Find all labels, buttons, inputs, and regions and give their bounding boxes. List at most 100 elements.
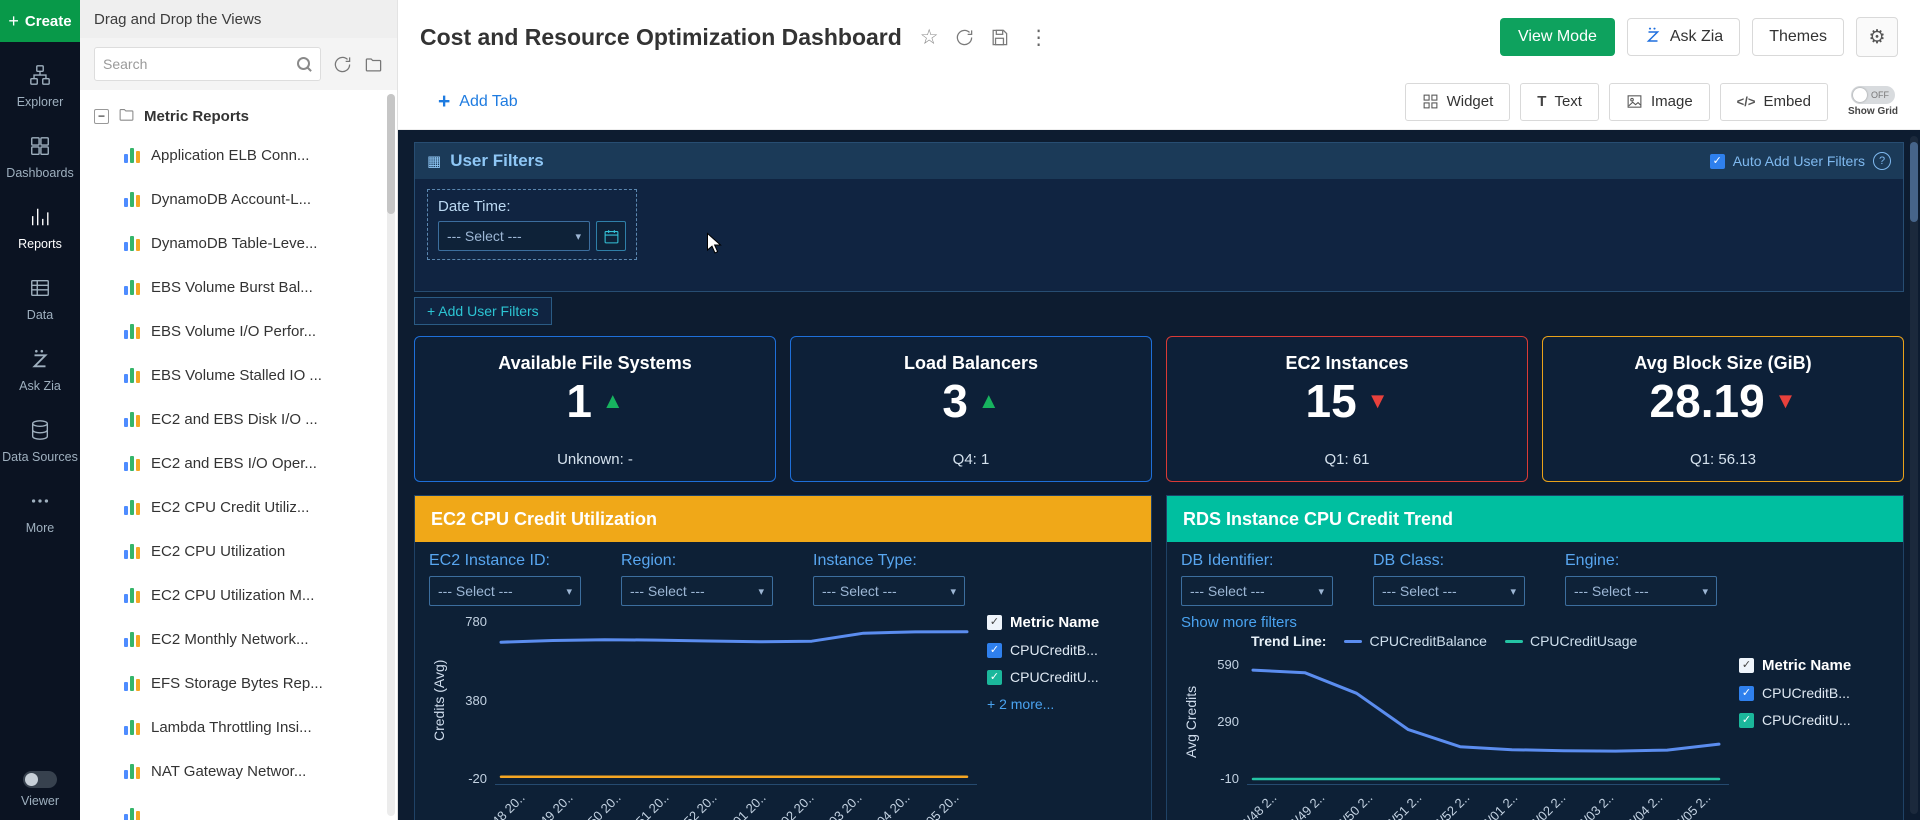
view-mode-button[interactable]: View Mode (1500, 18, 1615, 56)
canvas-scrollbar[interactable] (1910, 136, 1918, 814)
view-list-item[interactable]: EC2 CPU Credit Utiliz... (80, 485, 397, 529)
date-filter-widget: Date Time: --- Select --- ▾ (427, 189, 637, 260)
nav-item-more[interactable]: More (0, 484, 80, 541)
add-user-filters-button[interactable]: + Add User Filters (414, 297, 552, 325)
kpi-card[interactable]: Available File Systems 1 ▲ Unknown: - (414, 336, 776, 482)
x-tick: W01 20.. (736, 786, 784, 820)
view-list-item[interactable]: EBS Volume Burst Bal... (80, 265, 397, 309)
line-plot[interactable] (1247, 657, 1729, 786)
legend-item[interactable]: ✓ CPUCreditU... (987, 669, 1137, 685)
help-question-icon[interactable]: ? (1873, 152, 1891, 170)
nav-item-data-sources[interactable]: Data Sources (0, 413, 80, 470)
nav-item-ask-zia[interactable]: Ask Zia (0, 342, 80, 399)
search-icon[interactable] (297, 57, 312, 72)
chart-title-bar[interactable]: RDS Instance CPU Credit Trend (1167, 496, 1903, 542)
trend-arrow-icon: ▼ (1775, 388, 1797, 414)
legend-checkbox-checked[interactable]: ✓ (987, 643, 1002, 658)
view-list-item[interactable]: EFS Storage Bytes Rep... (80, 661, 397, 705)
plus-icon: + (8, 11, 19, 32)
refresh-icon[interactable] (955, 28, 974, 47)
kpi-row: Available File Systems 1 ▲ Unknown: - Lo… (414, 336, 1904, 482)
folder-icon[interactable] (364, 55, 383, 74)
create-button[interactable]: + Create (0, 0, 80, 42)
legend-item[interactable]: ✓ CPUCreditU... (1739, 712, 1889, 728)
nav-item-explorer[interactable]: Explorer (0, 58, 80, 115)
collapse-minus-icon[interactable]: − (94, 109, 109, 124)
nav-item-dashboards[interactable]: Dashboards (0, 129, 80, 186)
trend-legend: Trend Line: CPUCreditBalance CPUCreditUs… (1251, 633, 1889, 649)
date-select-dropdown[interactable]: --- Select --- ▾ (438, 221, 590, 251)
ask-zia-button[interactable]: Ask Zia (1627, 18, 1740, 56)
legend-checkbox-checked[interactable]: ✓ (987, 615, 1002, 630)
view-list-item[interactable]: DynamoDB Account-L... (80, 177, 397, 221)
filter-select-dropdown[interactable]: --- Select --- ▾ (813, 576, 965, 606)
panel-scrollbar[interactable] (387, 94, 395, 816)
kpi-card[interactable]: Avg Block Size (GiB) 28.19 ▼ Q1: 56.13 (1542, 336, 1904, 482)
show-grid-toggle[interactable]: OFF (1851, 86, 1895, 104)
show-grid-control: OFF Show Grid (1848, 86, 1898, 117)
view-list: Application ELB Conn... DynamoDB Account… (80, 133, 397, 820)
image-button[interactable]: Image (1609, 83, 1710, 121)
bar-chart-icon (124, 279, 140, 295)
settings-gear-icon[interactable]: ⚙ (1856, 17, 1898, 57)
filter-select-dropdown[interactable]: --- Select --- ▾ (1373, 576, 1525, 606)
view-list-item[interactable]: EC2 and EBS Disk I/O ... (80, 397, 397, 441)
themes-button[interactable]: Themes (1752, 18, 1844, 56)
tree-folder-metric-reports[interactable]: − Metric Reports (80, 100, 397, 133)
filter-select-dropdown[interactable]: --- Select --- ▾ (1565, 576, 1717, 606)
x-tick: W48 20.. (495, 786, 543, 820)
kpi-card[interactable]: Load Balancers 3 ▲ Q4: 1 (790, 336, 1152, 482)
legend-checkbox-checked[interactable]: ✓ (1739, 713, 1754, 728)
chart-title-bar[interactable]: EC2 CPU Credit Utilization (415, 496, 1151, 542)
nav-item-reports[interactable]: Reports (0, 200, 80, 257)
x-tick: W49 2.. (1295, 786, 1343, 820)
view-list-item[interactable]: EBS Volume Stalled IO ... (80, 353, 397, 397)
line-plot[interactable] (495, 614, 977, 786)
legend-checkbox-checked[interactable]: ✓ (987, 670, 1002, 685)
filter-select-dropdown[interactable]: --- Select --- ▾ (1181, 576, 1333, 606)
calendar-icon[interactable] (596, 221, 626, 251)
view-list-item[interactable]: EC2 Monthly Network... (80, 617, 397, 661)
filter-select-dropdown[interactable]: --- Select --- ▾ (621, 576, 773, 606)
view-list-item[interactable]: EC2 CPU Utilization M... (80, 573, 397, 617)
dashboards-icon (29, 135, 51, 160)
dashboard-canvas: ▦ User Filters ✓ Auto Add User Filters ?… (398, 130, 1920, 820)
auto-add-checkbox-checked[interactable]: ✓ (1710, 154, 1725, 169)
legend-checkbox-checked[interactable]: ✓ (1739, 686, 1754, 701)
viewer-toggle[interactable] (23, 771, 57, 788)
favorite-star-icon[interactable]: ☆ (920, 25, 939, 50)
search-input[interactable] (103, 56, 291, 72)
kpi-card[interactable]: EC2 Instances 15 ▼ Q1: 61 (1166, 336, 1528, 482)
nav-item-data[interactable]: Data (0, 271, 80, 328)
legend-item[interactable]: ✓ CPUCreditB... (1739, 685, 1889, 701)
topbar-right: View Mode Ask Zia Themes ⚙ (1500, 17, 1898, 57)
view-list-item[interactable]: Lambda Throttling Insi... (80, 705, 397, 749)
legend-more-link[interactable]: + 2 more... (987, 696, 1137, 712)
x-tick: W50 20.. (591, 786, 639, 820)
view-list-item[interactable]: NAT Gateway Networ... (80, 749, 397, 793)
y-tick: 590 (1217, 657, 1239, 672)
chart-filter: Engine: --- Select --- ▾ (1565, 552, 1717, 606)
save-icon[interactable] (990, 28, 1009, 47)
view-list-item[interactable]: EBS Volume I/O Perfor... (80, 309, 397, 353)
scrollbar-thumb[interactable] (1910, 142, 1918, 222)
embed-button[interactable]: </> Embed (1720, 83, 1828, 121)
view-list-item[interactable]: EC2 and EBS I/O Oper... (80, 441, 397, 485)
view-list-item[interactable]: EC2 CPU Utilization (80, 529, 397, 573)
view-list-item[interactable]: Application ELB Conn... (80, 133, 397, 177)
scrollbar-thumb[interactable] (387, 94, 395, 214)
view-list-item[interactable]: DynamoDB Table-Leve... (80, 221, 397, 265)
chart-ec2-cpu-credit: EC2 CPU Credit Utilization EC2 Instance … (414, 495, 1152, 820)
legend-checkbox-checked[interactable]: ✓ (1739, 658, 1754, 673)
show-more-filters-link[interactable]: Show more filters (1181, 614, 1889, 631)
filter-select-dropdown[interactable]: --- Select --- ▾ (429, 576, 581, 606)
legend-item[interactable]: ✓ CPUCreditB... (987, 642, 1137, 658)
widget-button[interactable]: Widget (1405, 83, 1511, 121)
kebab-menu-icon[interactable]: ⋮ (1029, 25, 1049, 50)
search-row (80, 38, 397, 90)
view-list-item[interactable] (80, 793, 397, 820)
add-tab-button[interactable]: + Add Tab (438, 90, 518, 114)
refresh-icon[interactable] (333, 55, 352, 74)
grid-handle-icon[interactable]: ▦ (427, 152, 441, 170)
text-button[interactable]: T Text (1520, 83, 1599, 121)
